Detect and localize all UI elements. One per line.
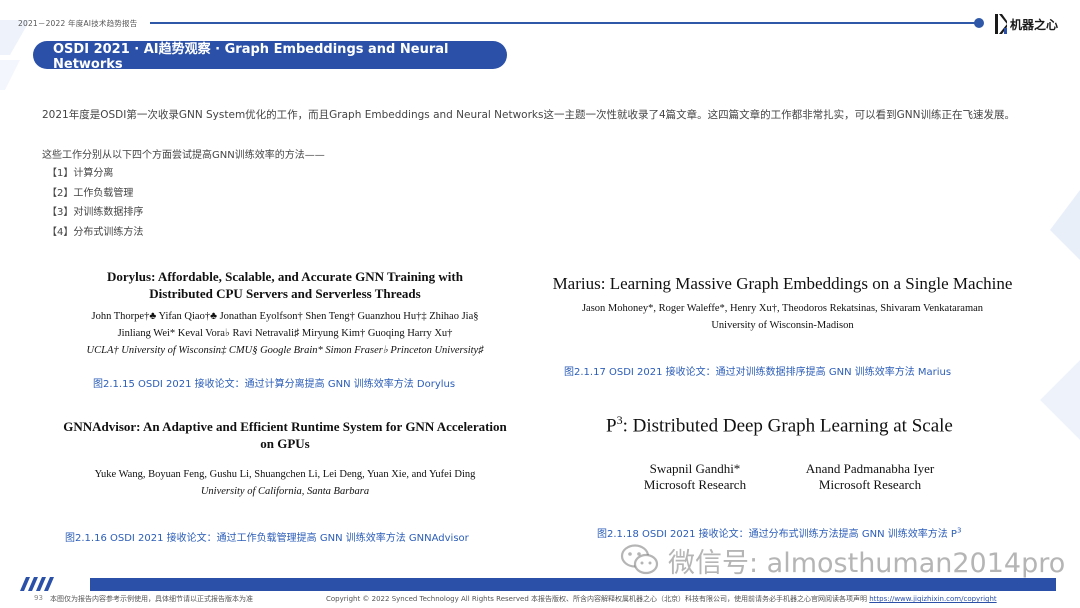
paper-affiliations: University of Wisconsin-Madison xyxy=(711,320,854,331)
header-rule-dot xyxy=(974,18,984,28)
copyright-text: Copyright © 2022 Synced Technology All R… xyxy=(326,595,867,603)
list-item: 【2】工作负载管理 xyxy=(47,187,134,199)
figure-caption: 图2.1.15 OSDI 2021 接收论文：通过计算分离提高 GNN 训练效率… xyxy=(93,379,456,390)
paper-title-base: P xyxy=(606,415,617,437)
paper-authors: Jason Mohoney*, Roger Waleffe*, Henry Xu… xyxy=(581,303,984,314)
caption-text: 图2.1.18 OSDI 2021 接收论文：通过分布式训练方法提高 GNN 训… xyxy=(597,529,957,540)
paper-title-line: Distributed CPU Servers and Serverless T… xyxy=(149,286,421,301)
paper-authors: Jinliang Wei* Keval Vora♭ Ravi Netravali… xyxy=(117,328,453,339)
paper-affiliation: Microsoft Research xyxy=(818,477,922,492)
paper-author-block: Swapnil Gandhi* Microsoft Research xyxy=(630,461,760,493)
side-decoration xyxy=(1040,190,1080,440)
paper-title-line: on GPUs xyxy=(260,436,310,451)
intro-paragraph: 2021年度是OSDI第一次收录GNN System优化的工作，而且Graph … xyxy=(42,109,1015,121)
report-title: 2021－2022 年度AI技术趋势报告 xyxy=(18,19,138,28)
paper-title-line: GNNAdvisor: An Adaptive and Efficient Ru… xyxy=(63,419,507,434)
list-item: 【3】对训练数据排序 xyxy=(47,207,144,218)
footer-bar xyxy=(90,578,1056,591)
footer-note: 本图仅为报告内容参考示例使用，具体细节请以正式报告版本为准 xyxy=(50,595,253,603)
wechat-icon xyxy=(620,544,659,575)
paper-affiliations: University of California, Santa Barbara xyxy=(200,486,370,497)
paper-dorylus: Dorylus: Affordable, Scalable, and Accur… xyxy=(30,268,540,359)
page-number: 93 xyxy=(34,594,43,602)
paper-author: Anand Padmanabha Iyer xyxy=(805,461,935,476)
header-rule xyxy=(150,22,980,24)
section-title-pill: OSDI 2021 · AI趋势观察 · Graph Embeddings an… xyxy=(33,41,507,72)
figure-caption: 图2.1.18 OSDI 2021 接收论文：通过分布式训练方法提高 GNN 训… xyxy=(597,525,961,540)
paper-title-rest: : Distributed Deep Graph Learning at Sca… xyxy=(622,415,953,437)
watermark-text: 微信号: almosthuman2014pro xyxy=(668,547,1066,579)
paper-title: Marius: Learning Massive Graph Embedding… xyxy=(552,274,1013,293)
paper-authors: John Thorpe†♣ Yifan Qiao†♣ Jonathan Eyol… xyxy=(91,311,479,322)
methods-lead: 这些工作分别从以下四个方面尝试提高GNN训练效率的方法—— xyxy=(42,150,325,161)
footer-copyright: Copyright © 2022 Synced Technology All R… xyxy=(326,594,997,604)
paper-title: P3: Distributed Deep Graph Learning at S… xyxy=(606,413,953,437)
footer-stripes xyxy=(20,577,54,591)
paper-gnnadvisor: GNNAdvisor: An Adaptive and Efficient Ru… xyxy=(30,418,540,500)
list-item: 【1】计算分离 xyxy=(47,168,114,179)
paper-author-block: Anand Padmanabha Iyer Microsoft Research xyxy=(795,461,945,493)
paper-title-line: Dorylus: Affordable, Scalable, and Accur… xyxy=(107,269,463,284)
logo-text: 机器之心 xyxy=(1010,17,1059,32)
jiqizhixin-logo[interactable]: 机器之心 xyxy=(994,12,1058,36)
paper-author: Swapnil Gandhi* xyxy=(649,461,741,476)
logo-mark-icon xyxy=(995,14,1007,34)
figure-caption: 图2.1.16 OSDI 2021 接收论文：通过工作负载管理提高 GNN 训练… xyxy=(65,533,469,544)
wechat-watermark: 微信号: almosthuman2014pro xyxy=(620,540,1065,580)
paper-marius: Marius: Learning Massive Graph Embedding… xyxy=(545,274,1020,334)
methods-list: 【1】计算分离 【2】工作负载管理 【3】对训练数据排序 【4】分布式训练方法 xyxy=(47,164,143,242)
copyright-link[interactable]: https://www.jiqizhixin.com/copyright xyxy=(869,595,996,603)
paper-authors: Yuke Wang, Boyuan Feng, Gushu Li, Shuang… xyxy=(94,469,476,480)
figure-caption: 图2.1.17 OSDI 2021 接收论文：通过对训练数据排序提高 GNN 训… xyxy=(564,367,952,378)
paper-affiliations: UCLA† University of Wisconsin‡ CMU§ Goog… xyxy=(86,345,484,356)
paper-affiliation: Microsoft Research xyxy=(643,477,747,492)
list-item: 【4】分布式训练方法 xyxy=(47,226,144,238)
caption-sup: 3 xyxy=(956,526,962,535)
